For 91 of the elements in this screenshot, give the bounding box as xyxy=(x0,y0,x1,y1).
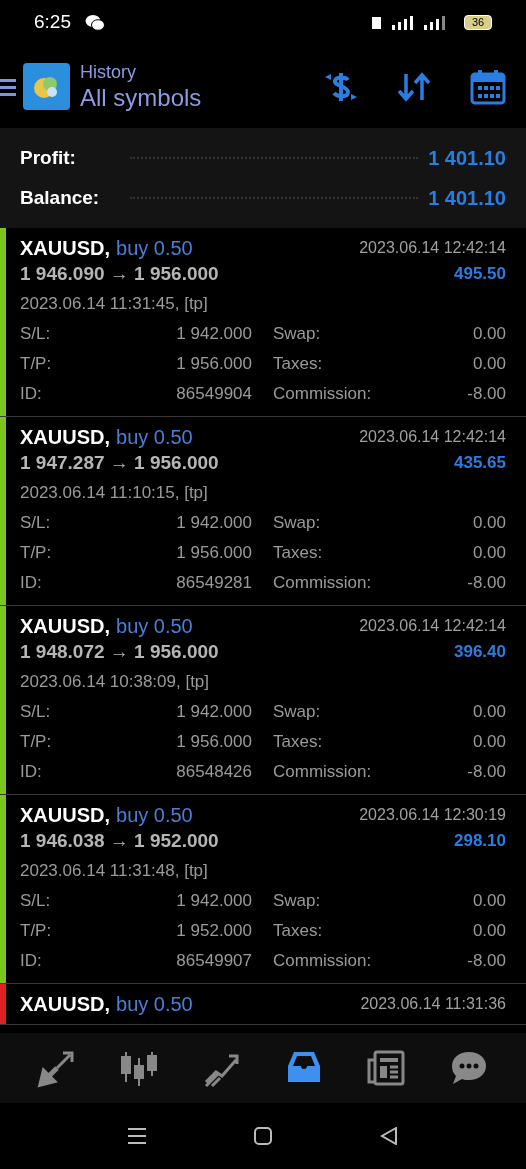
detail-value: 86548426 xyxy=(175,761,252,784)
close-time: 2023.06.14 12:42:14 xyxy=(359,238,506,258)
detail-label: ID: xyxy=(20,761,43,784)
close-time: 2023.06.14 11:31:36 xyxy=(360,994,506,1014)
detail-value: 0.00 xyxy=(471,890,506,913)
detail-value: -8.00 xyxy=(466,950,506,973)
status-time: 6:25 xyxy=(34,10,71,35)
detail-label: T/P: xyxy=(20,920,53,943)
sort-icon[interactable] xyxy=(396,71,432,102)
detail-label: T/P: xyxy=(20,353,53,376)
detail-label: Taxes: xyxy=(272,542,324,565)
detail-value: 1 942.000 xyxy=(175,890,252,913)
trade-side: buy 0.50 xyxy=(116,803,193,828)
trade-profit: 298.10 xyxy=(454,830,506,853)
trade-symbol: XAUUSD, xyxy=(20,803,110,828)
detail-value: 1 942.000 xyxy=(175,701,252,724)
detail-label: T/P: xyxy=(20,542,53,565)
detail-label: Taxes: xyxy=(272,920,324,943)
app-logo-icon xyxy=(23,63,70,110)
detail-label: S/L: xyxy=(20,890,52,913)
detail-value: -8.00 xyxy=(466,761,506,784)
trade-side: buy 0.50 xyxy=(116,236,193,261)
trade-side: buy 0.50 xyxy=(116,425,193,450)
trade-profit: 435.65 xyxy=(454,452,506,475)
price-range: 1 947.287 → 1 956.000 xyxy=(20,450,219,475)
detail-label: S/L: xyxy=(20,323,52,346)
detail-label: Commission: xyxy=(272,383,373,406)
detail-value: 0.00 xyxy=(471,920,506,943)
detail-label: Swap: xyxy=(272,512,322,535)
detail-value: 0.00 xyxy=(471,512,506,535)
detail-value: 1 952.000 xyxy=(175,920,252,943)
detail-label: Taxes: xyxy=(272,353,324,376)
trade-symbol: XAUUSD, xyxy=(20,992,110,1017)
close-time: 2023.06.14 12:42:14 xyxy=(359,616,506,636)
detail-label: ID: xyxy=(20,383,43,406)
detail-value: 0.00 xyxy=(471,353,506,376)
close-time: 2023.06.14 12:42:14 xyxy=(359,427,506,447)
summary-value: 1 401.10 xyxy=(428,146,506,171)
detail-label: T/P: xyxy=(20,731,53,754)
recents-nav-icon[interactable] xyxy=(128,1127,146,1145)
detail-label: S/L: xyxy=(20,701,52,724)
summary-value: 1 401.10 xyxy=(428,186,506,211)
battery-icon: 36 xyxy=(464,15,492,30)
summary-label: Balance: xyxy=(20,185,101,210)
detail-value: 0.00 xyxy=(471,323,506,346)
summary-label: Profit: xyxy=(20,145,77,170)
home-nav-icon[interactable] xyxy=(254,1127,272,1145)
trade-side: buy 0.50 xyxy=(116,614,193,639)
calendar-icon[interactable] xyxy=(470,68,506,105)
close-time: 2023.06.14 12:30:19 xyxy=(359,805,506,825)
detail-value: 1 956.000 xyxy=(175,542,252,565)
price-range: 1 946.038 → 1 952.000 xyxy=(20,828,219,853)
price-range: 1 946.090 → 1 956.000 xyxy=(20,261,219,286)
trade-profit: 396.40 xyxy=(454,641,506,664)
open-time: 2023.06.14 10:38:09, [tp] xyxy=(20,671,211,694)
trade-symbol: XAUUSD, xyxy=(20,425,110,450)
open-time: 2023.06.14 11:31:45, [tp] xyxy=(20,293,209,316)
detail-label: ID: xyxy=(20,950,43,973)
detail-value: 86549281 xyxy=(175,572,252,595)
detail-label: Swap: xyxy=(272,323,322,346)
price-range: 1 948.072 → 1 956.000 xyxy=(20,639,219,664)
detail-value: 1 956.000 xyxy=(175,731,252,754)
detail-label: Commission: xyxy=(272,572,373,595)
detail-value: 0.00 xyxy=(471,542,506,565)
detail-label: Commission: xyxy=(272,761,373,784)
detail-label: S/L: xyxy=(20,512,52,535)
chat-app-icon xyxy=(85,13,105,32)
detail-value: -8.00 xyxy=(466,572,506,595)
symbol-filter[interactable]: All symbols xyxy=(80,82,202,113)
trade-profit: 495.50 xyxy=(454,263,506,286)
detail-label: ID: xyxy=(20,572,43,595)
back-nav-icon[interactable] xyxy=(380,1127,398,1145)
trade-symbol: XAUUSD, xyxy=(20,236,110,261)
detail-label: Taxes: xyxy=(272,731,324,754)
trade-side: buy 0.50 xyxy=(116,992,193,1017)
detail-value: 1 956.000 xyxy=(175,353,252,376)
open-time: 2023.06.14 11:31:48, [tp] xyxy=(20,860,209,883)
newspaper-icon[interactable] xyxy=(366,1048,407,1088)
detail-label: Swap: xyxy=(272,890,322,913)
detail-value: 0.00 xyxy=(471,731,506,754)
detail-value: 1 942.000 xyxy=(175,323,252,346)
detail-label: Swap: xyxy=(272,701,322,724)
detail-value: 86549907 xyxy=(175,950,252,973)
open-time: 2023.06.14 11:10:15, [tp] xyxy=(20,482,209,505)
detail-value: -8.00 xyxy=(466,383,506,406)
screen-title: History xyxy=(80,60,137,83)
trade-symbol: XAUUSD, xyxy=(20,614,110,639)
detail-label: Commission: xyxy=(272,950,373,973)
detail-value: 1 942.000 xyxy=(175,512,252,535)
detail-value: 0.00 xyxy=(471,701,506,724)
detail-value: 86549904 xyxy=(175,383,252,406)
